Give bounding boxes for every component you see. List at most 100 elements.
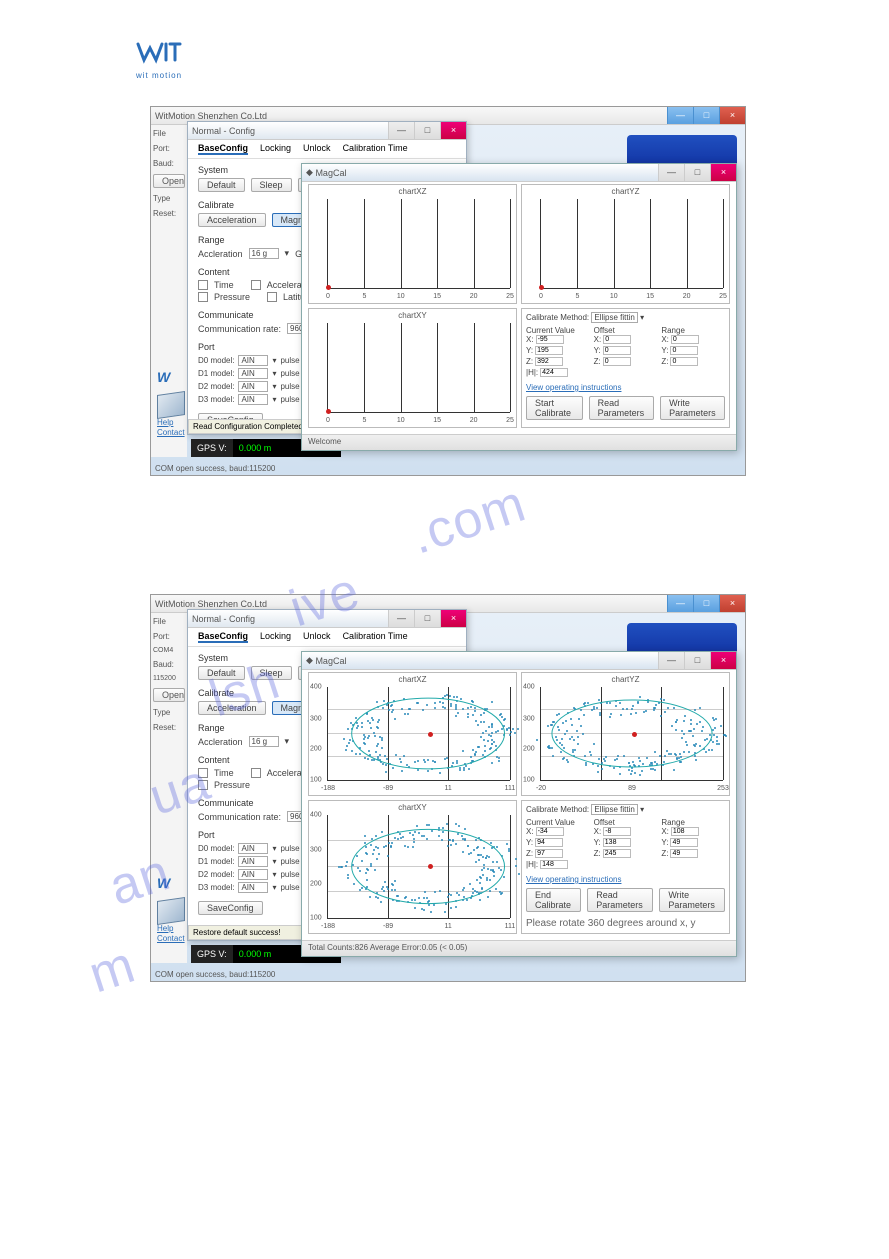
off-z[interactable] xyxy=(603,849,631,858)
cur-x[interactable] xyxy=(536,335,564,344)
instructions-link[interactable]: View operating instructions xyxy=(526,875,725,884)
maximize-button[interactable]: □ xyxy=(684,652,710,669)
maximize-button[interactable]: □ xyxy=(684,164,710,181)
tab-locking[interactable]: Locking xyxy=(260,143,291,155)
config-titlebar[interactable]: Normal - Config —□× xyxy=(188,610,466,628)
instructions-link[interactable]: View operating instructions xyxy=(526,383,725,392)
sleep-button[interactable]: Sleep xyxy=(251,178,292,192)
plot-area: 0 5 10 15 20 25 xyxy=(327,323,510,413)
cur-y[interactable] xyxy=(535,838,563,847)
accel-checkbox[interactable] xyxy=(251,768,261,778)
gps-value: 0.000 m xyxy=(233,949,278,959)
cur-x[interactable] xyxy=(536,827,564,836)
rng-z[interactable] xyxy=(670,849,698,858)
d1-select[interactable]: AIN xyxy=(238,368,268,379)
method-select[interactable]: Ellipse fittin xyxy=(591,312,637,323)
d3-select[interactable]: AIN xyxy=(238,882,268,893)
minimize-button[interactable]: — xyxy=(658,652,684,669)
method-select[interactable]: Ellipse fittin xyxy=(591,804,637,815)
rng-x[interactable] xyxy=(671,335,699,344)
contact-link[interactable]: Contact xyxy=(157,428,185,437)
time-checkbox[interactable] xyxy=(198,768,208,778)
time-checkbox[interactable] xyxy=(198,280,208,290)
acceleration-button[interactable]: Acceleration xyxy=(198,701,266,715)
off-y[interactable] xyxy=(603,346,631,355)
rng-x[interactable] xyxy=(671,827,699,836)
gps-label: GPS V: xyxy=(191,439,233,457)
tab-baseconfig[interactable]: BaseConfig xyxy=(198,143,248,155)
d3-select[interactable]: AIN xyxy=(238,394,268,405)
maximize-button[interactable]: □ xyxy=(693,595,719,612)
pressure-checkbox[interactable] xyxy=(198,780,208,790)
magcal-window: ◆ MagCal — □ × chartXZ 0 5 10 15 20 25 xyxy=(301,163,737,451)
cur-z[interactable] xyxy=(535,357,563,366)
screenshot-2: WitMotion Shenzhen Co.Ltd — □ × File Por… xyxy=(150,594,746,982)
magcal-titlebar[interactable]: ◆ MagCal — □ × xyxy=(302,164,736,182)
close-button[interactable]: × xyxy=(710,652,736,669)
write-params-button[interactable]: Write Parameters xyxy=(660,396,725,420)
off-y[interactable] xyxy=(603,838,631,847)
cur-y[interactable] xyxy=(535,346,563,355)
open-button[interactable]: Open xyxy=(153,174,185,188)
pressure-checkbox[interactable] xyxy=(198,292,208,302)
off-x[interactable] xyxy=(603,827,631,836)
tab-baseconfig[interactable]: BaseConfig xyxy=(198,631,248,643)
minimize-button[interactable]: — xyxy=(388,122,414,139)
d2-select[interactable]: AIN xyxy=(238,869,268,880)
close-button[interactable]: × xyxy=(440,122,466,139)
default-button[interactable]: Default xyxy=(198,666,245,680)
maximize-button[interactable]: □ xyxy=(693,107,719,124)
read-params-button[interactable]: Read Parameters xyxy=(587,888,653,912)
cur-h[interactable] xyxy=(540,860,568,869)
write-params-button[interactable]: Write Parameters xyxy=(659,888,725,912)
magcal-titlebar[interactable]: ◆ MagCal —□× xyxy=(302,652,736,670)
sleep-button[interactable]: Sleep xyxy=(251,666,292,680)
contact-link[interactable]: Contact xyxy=(157,934,185,943)
d0-select[interactable]: AIN xyxy=(238,843,268,854)
rng-z[interactable] xyxy=(670,357,698,366)
maximize-button[interactable]: □ xyxy=(414,122,440,139)
accel-select[interactable]: 16 g xyxy=(249,248,279,259)
rng-y[interactable] xyxy=(670,346,698,355)
close-button[interactable]: × xyxy=(719,595,745,612)
accel-checkbox[interactable] xyxy=(251,280,261,290)
open-button[interactable]: Open xyxy=(153,688,185,702)
end-cal-button[interactable]: End Calibrate xyxy=(526,888,581,912)
off-x[interactable] xyxy=(603,335,631,344)
rng-y[interactable] xyxy=(670,838,698,847)
maximize-button[interactable]: □ xyxy=(414,610,440,627)
off-z[interactable] xyxy=(603,357,631,366)
latlon-checkbox[interactable] xyxy=(267,292,277,302)
tab-locking[interactable]: Locking xyxy=(260,631,291,643)
minimize-button[interactable]: — xyxy=(667,595,693,612)
chart-xy: chartXY 100200300400 -188-8911111 xyxy=(308,800,517,934)
tab-caltime[interactable]: Calibration Time xyxy=(343,631,408,643)
read-params-button[interactable]: Read Parameters xyxy=(589,396,654,420)
close-button[interactable]: × xyxy=(440,610,466,627)
d1-select[interactable]: AIN xyxy=(238,856,268,867)
tab-unlock[interactable]: Unlock xyxy=(303,631,331,643)
start-cal-button[interactable]: Start Calibrate xyxy=(526,396,583,420)
menu-file[interactable]: File xyxy=(153,129,185,138)
accel-select[interactable]: 16 g xyxy=(249,736,279,747)
minimize-button[interactable]: — xyxy=(388,610,414,627)
d2-select[interactable]: AIN xyxy=(238,381,268,392)
acceleration-button[interactable]: Acceleration xyxy=(198,213,266,227)
default-button[interactable]: Default xyxy=(198,178,245,192)
help-link[interactable]: Help xyxy=(157,418,173,427)
marker-dot xyxy=(326,409,331,414)
close-button[interactable]: × xyxy=(719,107,745,124)
tab-caltime[interactable]: Calibration Time xyxy=(343,143,408,155)
d0-select[interactable]: AIN xyxy=(238,355,268,366)
marker-dot xyxy=(539,285,544,290)
tab-unlock[interactable]: Unlock xyxy=(303,143,331,155)
cur-z[interactable] xyxy=(535,849,563,858)
minimize-button[interactable]: — xyxy=(667,107,693,124)
close-button[interactable]: × xyxy=(710,164,736,181)
menu-file[interactable]: File xyxy=(153,617,185,626)
saveconfig-button[interactable]: SaveConfig xyxy=(198,901,263,915)
config-titlebar[interactable]: Normal - Config — □ × xyxy=(188,122,466,140)
cur-h[interactable] xyxy=(540,368,568,377)
minimize-button[interactable]: — xyxy=(658,164,684,181)
help-link[interactable]: Help xyxy=(157,924,173,933)
